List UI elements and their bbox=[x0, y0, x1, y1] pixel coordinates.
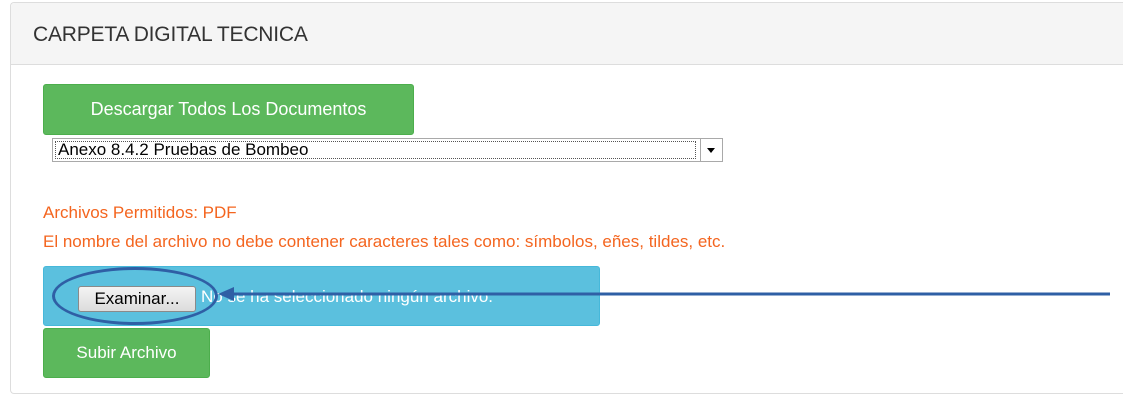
upload-button[interactable]: Subir Archivo bbox=[43, 328, 210, 378]
file-input-container[interactable]: Examinar... No se ha seleccionado ningún… bbox=[43, 266, 600, 326]
panel-title: CARPETA DIGITAL TECNICA bbox=[33, 23, 308, 46]
download-all-button[interactable]: Descargar Todos Los Documentos bbox=[43, 84, 414, 135]
browse-button[interactable]: Examinar... bbox=[78, 286, 196, 312]
panel-heading: CARPETA DIGITAL TECNICA bbox=[11, 3, 1123, 65]
file-status-text: No se ha seleccionado ningún archivo. bbox=[201, 287, 494, 306]
select-value: Anexo 8.4.2 Pruebas de Bombeo bbox=[58, 140, 309, 159]
filename-rule-note: El nombre del archivo no debe contener c… bbox=[43, 232, 726, 251]
allowed-files-note: Archivos Permitidos: PDF bbox=[43, 203, 237, 222]
document-type-select[interactable]: Anexo 8.4.2 Pruebas de Bombeo bbox=[52, 138, 723, 162]
chevron-down-icon[interactable] bbox=[700, 139, 722, 161]
